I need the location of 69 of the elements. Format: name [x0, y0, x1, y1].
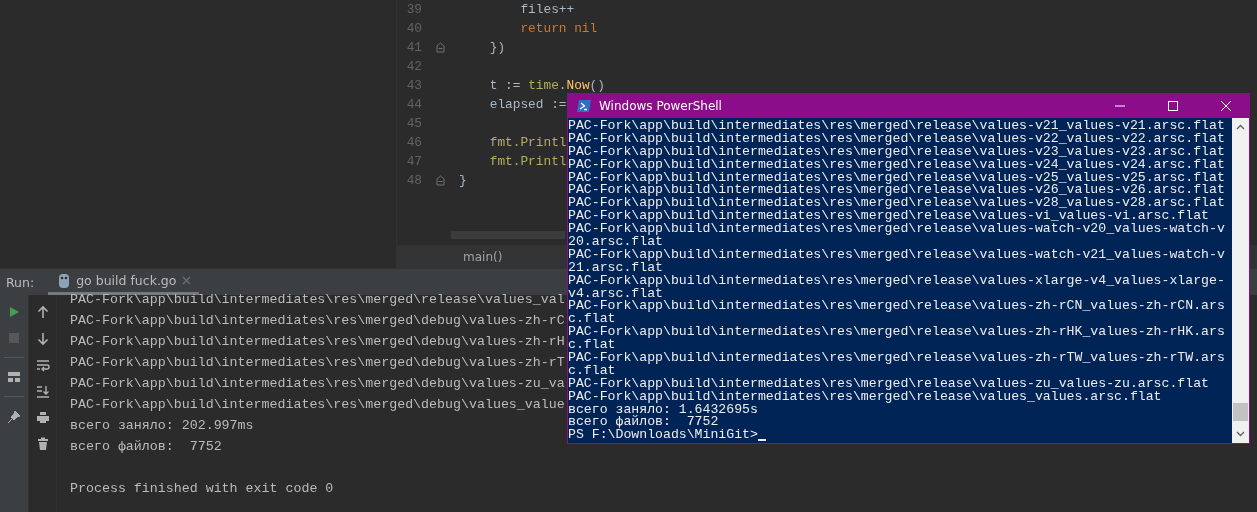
console-line: PAC-Fork\app\build\intermediates\res\merged\debug\values-zu_va	[70, 375, 565, 393]
maximize-icon	[1168, 101, 1178, 111]
scrollbar[interactable]	[1232, 118, 1249, 443]
console-line: c.flat	[568, 339, 616, 353]
code-line: elapsed :=	[488, 97, 567, 112]
console-line: PAC-Fork\app\build\intermediates\res\merged\release\values-watch-v20_values-watch-v	[568, 223, 1225, 236]
console-line: PAC-Fork\app\build\intermediates\res\merged\release\values_values.arsc.flat	[568, 390, 1162, 404]
scroll-down-icon[interactable]	[1236, 431, 1245, 437]
text-cursor	[757, 439, 766, 442]
run-label: Run:	[6, 274, 35, 290]
powershell-icon	[576, 99, 592, 113]
console-line: PAC-Fork\app\build\intermediates\res\merged\release\values-zh-rHK_values-zh-rHK.ars	[568, 326, 1225, 340]
console-line: PAC-Fork\app\build\intermediates\res\merged\release\values-zu_values-zu.arsc.flat	[568, 377, 1210, 391]
prompt: PS F:\Downloads\MiniGit>	[568, 429, 758, 443]
line-number: 39	[405, 2, 422, 17]
scroll-up-icon[interactable]	[1236, 124, 1245, 130]
console-line: c.flat	[568, 364, 616, 378]
layout-icon[interactable]	[7, 371, 21, 383]
close-icon	[1221, 101, 1231, 111]
line-number: 43	[405, 78, 422, 93]
trash-icon[interactable]	[36, 437, 49, 451]
console-line: PAC-Fork\app\build\intermediates\res\merged\release\values-zh-rTW_values-zh-rTW.ars	[568, 352, 1225, 365]
down-arrow-icon[interactable]	[36, 332, 49, 346]
console-line: PAC-Fork\app\build\intermediates\res\merged\release\values-v24_values-v24.arsc.flat	[568, 158, 1225, 172]
line-number: 42	[405, 59, 422, 74]
console-line: PAC-Fork\app\build\intermediates\res\merged\debug\values-zh-rT	[70, 354, 565, 372]
up-arrow-icon[interactable]	[36, 305, 49, 319]
line-number: 44	[405, 97, 422, 112]
console-line: PAC-Fork\app\build\intermediates\res\merged\debug\values_value	[70, 396, 565, 414]
console-line: PAC-Fork\app\build\intermediates\res\merged\release\values-v23_values-v23.arsc.flat	[568, 145, 1225, 159]
console-line: PAC-Fork\app\build\intermediates\res\merged\debug\values-zh-rH	[70, 333, 565, 351]
console-line: v4.arsc.flat	[568, 287, 663, 301]
gopher-icon	[58, 272, 71, 289]
console-line: всего файлов: 7752	[70, 438, 222, 456]
console-line: PAC-Fork\app\build\intermediates\res\merged\release\values-v22_values-v22.arsc.flat	[568, 132, 1225, 146]
console-line: 20.arsc.flat	[568, 236, 663, 249]
line-number: 40	[405, 21, 422, 36]
console-line: PAC-Fork\app\build\intermediates\res\merged\debug\values-zh-rC	[70, 312, 565, 330]
console-line: c.flat	[568, 313, 616, 327]
code-line: return nil	[519, 21, 598, 36]
code-line: }	[459, 173, 467, 188]
soft-wrap-icon[interactable]	[35, 359, 50, 372]
code-line: })	[488, 40, 506, 55]
code-line: fmt.Printl	[488, 135, 567, 150]
console-line: всего заняло: 202.997ms	[70, 417, 254, 435]
console-line: PAC-Fork\app\build\intermediates\res\merged\release\values-xlarge-v4_values-xlarge-	[568, 274, 1225, 288]
line-number: 45	[405, 116, 422, 131]
console-line: Process finished with exit code 0	[70, 480, 334, 498]
print-icon[interactable]	[35, 411, 50, 424]
console-line: PAC-Fork\app\build\intermediates\res\merged\release\values-zh-rCN_values-zh-rCN.ars	[568, 300, 1225, 314]
line-number: 46	[405, 135, 422, 150]
pin-icon[interactable]	[7, 410, 21, 424]
fold-icon[interactable]	[436, 42, 445, 53]
run-icon[interactable]	[7, 305, 21, 319]
console-line: PAC-Fork\app\build\intermediates\res\merged\release\values-watch-v21_values-watch-v	[568, 248, 1225, 262]
line-number: 41	[405, 40, 422, 55]
line-number: 48	[405, 173, 422, 188]
window-title: Windows PowerShell	[599, 99, 722, 113]
breadcrumb[interactable]: main()	[463, 250, 503, 264]
code-line: t := time.Now()	[488, 78, 605, 93]
console-line: PAC-Fork\app\build\intermediates\res\merged\release\values-v21_values-v21.arsc.flat	[568, 120, 1225, 133]
scroll-thumb[interactable]	[1233, 403, 1248, 421]
code-line: fmt.Printl	[488, 154, 567, 169]
line-number: 47	[405, 154, 422, 169]
fold-icon[interactable]	[436, 175, 445, 186]
code-line: files++	[519, 2, 575, 17]
console-line: 21.arsc.flat	[568, 261, 663, 275]
console-line: PAC-Fork\app\build\intermediates\res\merged\release\values-vi_values-vi.arsc.flat	[568, 210, 1210, 224]
scroll-to-end-icon[interactable]	[35, 385, 50, 398]
